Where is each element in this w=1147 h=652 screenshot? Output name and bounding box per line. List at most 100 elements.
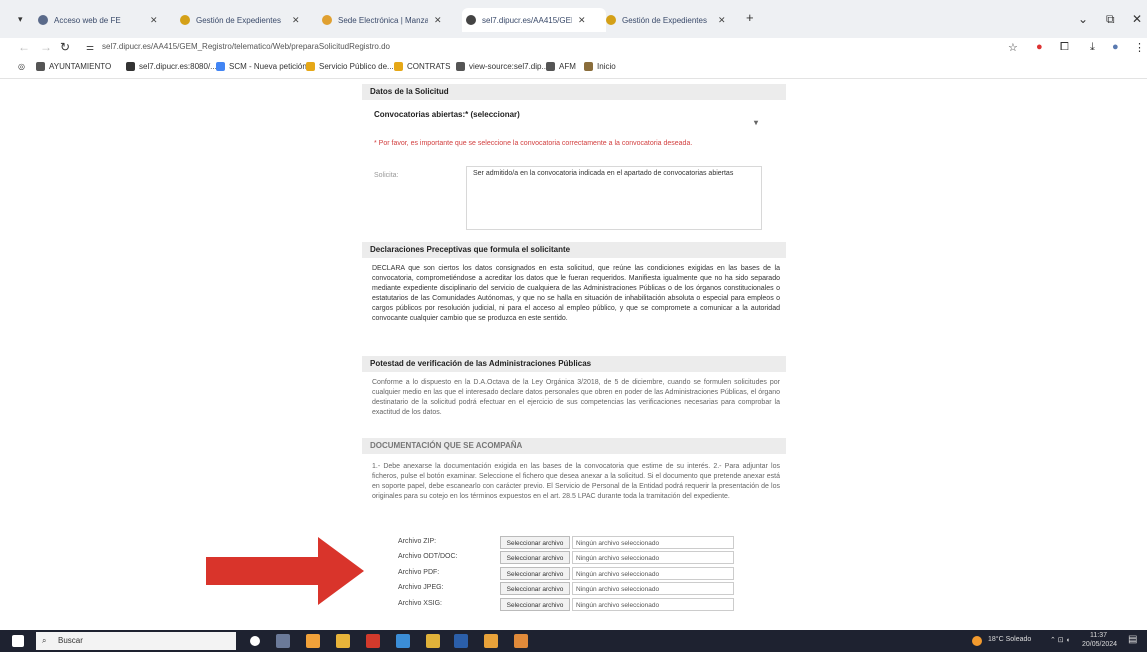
tab-title: sel7.dipucr.es/AA415/GEM_Re: [482, 15, 572, 25]
tab-1[interactable]: Acceso web de FE ✕: [38, 8, 178, 32]
opera-icon[interactable]: [366, 634, 380, 648]
clock-date[interactable]: 20/05/2024: [1082, 641, 1117, 648]
file-explorer-icon[interactable]: [336, 634, 350, 648]
app-icon[interactable]: [484, 634, 498, 648]
tab-3[interactable]: Sede Electrónica | Manzanares ✕: [322, 8, 462, 32]
tab-close-icon[interactable]: ✕: [718, 15, 726, 26]
download-icon[interactable]: ⤓: [1090, 41, 1095, 54]
file-label: Archivo ZIP:: [398, 538, 437, 545]
task-view-icon[interactable]: [276, 634, 290, 648]
chrome-icon[interactable]: [426, 634, 440, 648]
documentacion-text: 1.- Debe anexarse la documentación exigi…: [372, 463, 780, 500]
clock-time[interactable]: 11:37: [1090, 632, 1107, 639]
select-file-button[interactable]: Seleccionar archivo: [500, 598, 570, 611]
edge-icon[interactable]: [396, 634, 410, 648]
bookmark-folder[interactable]: AYUNTAMIENTO: [36, 62, 111, 71]
bookmark-label: sel7.dipucr.es:8080/...: [139, 62, 217, 71]
globe-icon: [456, 62, 465, 71]
bookmark-item[interactable]: Servicio Público de...: [306, 62, 394, 71]
convocatorias-label: Convocatorias abiertas:* (seleccionar): [374, 110, 520, 119]
file-label: Archivo XSIG:: [398, 600, 442, 607]
puzzle-icon[interactable]: ⧠: [1060, 41, 1069, 54]
bookmark-item[interactable]: sel7.dipucr.es:8080/...: [126, 62, 217, 71]
select-file-button[interactable]: Seleccionar archivo: [500, 567, 570, 580]
bookmark-item[interactable]: CONTRATS: [394, 62, 450, 71]
bookmark-item[interactable]: AFM: [546, 62, 576, 71]
google-icon: [216, 62, 225, 71]
tab-close-icon[interactable]: ✕: [578, 15, 586, 26]
file-label: Archivo PDF:: [398, 569, 440, 576]
tab-title: Acceso web de FE: [54, 15, 121, 25]
bookmark-label: CONTRATS: [407, 62, 451, 71]
browser-tab-strip: ▾ Acceso web de FE ✕ Gestión de Expedien…: [0, 0, 1147, 38]
bookmark-item[interactable]: SCM - Nueva petición: [216, 62, 307, 71]
section-documentacion-title: DOCUMENTACIÓN QUE SE ACOMPAÑA: [362, 438, 786, 454]
extension-icon[interactable]: ●: [1036, 41, 1043, 53]
menu-icon[interactable]: ⋮: [1134, 41, 1145, 54]
app-icon[interactable]: [514, 634, 528, 648]
taskbar-search[interactable]: ⌕ Buscar: [36, 632, 236, 650]
reload-icon[interactable]: ↻: [60, 40, 70, 54]
tab-favicon: [180, 15, 190, 25]
bookmark-item[interactable]: Inicio: [584, 62, 616, 71]
select-chevron-icon[interactable]: ▾: [754, 118, 758, 127]
cortana-icon[interactable]: [250, 636, 260, 646]
bookmark-label: view-source:sel7.dip...: [469, 62, 549, 71]
forward-icon[interactable]: →: [40, 40, 52, 54]
file-row-zip: Archivo ZIP: Seleccionar archivo Ningún …: [398, 536, 738, 550]
address-bar-row: ← → ↻ ⚌ sel7.dipucr.es/AA415/GEM_Registr…: [0, 38, 1147, 58]
bookmark-label: AFM: [559, 62, 576, 71]
bookmark-item[interactable]: view-source:sel7.dip...: [456, 62, 548, 71]
form-page: Datos de la Solicitud Convocatorias abie…: [362, 84, 786, 629]
close-window-icon[interactable]: ✕: [1132, 12, 1142, 26]
windows-start-icon[interactable]: [12, 635, 24, 647]
file-row-pdf: Archivo PDF: Seleccionar archivo Ningún …: [398, 567, 738, 581]
search-icon: ⌕: [42, 636, 47, 645]
tab-favicon: [466, 15, 476, 25]
file-status: Ningún archivo seleccionado: [572, 551, 734, 564]
globe-icon: [546, 62, 555, 71]
tab-close-icon[interactable]: ✕: [434, 15, 442, 26]
bookmark-chrome-icon[interactable]: ◎: [18, 62, 25, 71]
tab-close-icon[interactable]: ✕: [150, 15, 158, 26]
weather-text[interactable]: 18°C Soleado: [988, 636, 1031, 643]
word-icon[interactable]: [454, 634, 468, 648]
home-icon: [584, 62, 593, 71]
tab-2[interactable]: Gestión de Expedientes ✕: [180, 8, 320, 32]
bookmarks-bar: ◎ AYUNTAMIENTO sel7.dipucr.es:8080/... S…: [0, 58, 1147, 79]
minimize-icon[interactable]: ⌄: [1078, 12, 1088, 26]
file-status: Ningún archivo seleccionado: [572, 582, 734, 595]
bookmark-label: Servicio Público de...: [319, 62, 394, 71]
select-file-button[interactable]: Seleccionar archivo: [500, 536, 570, 549]
select-file-button[interactable]: Seleccionar archivo: [500, 551, 570, 564]
restore-icon[interactable]: ⧉: [1106, 12, 1115, 27]
url-field[interactable]: sel7.dipucr.es/AA415/GEM_Registro/telema…: [102, 42, 390, 51]
file-status: Ningún archivo seleccionado: [572, 536, 734, 549]
warning-text: * Por favor, es importante que se selecc…: [374, 140, 693, 147]
tab-search-icon[interactable]: ▾: [18, 14, 23, 25]
bookmark-label: AYUNTAMIENTO: [49, 62, 112, 71]
tab-5[interactable]: Gestión de Expedientes ✕: [606, 8, 746, 32]
profile-icon[interactable]: ●: [1112, 41, 1119, 53]
tray-icons[interactable]: ⌃ ⊡ ◖: [1050, 636, 1070, 644]
tab-title: Sede Electrónica | Manzanares: [338, 15, 428, 25]
new-tab-button[interactable]: +: [746, 10, 754, 25]
bookmark-label: Inicio: [597, 62, 616, 71]
search-label: Buscar: [58, 636, 83, 645]
select-file-button[interactable]: Seleccionar archivo: [500, 582, 570, 595]
file-row-xsig: Archivo XSIG: Seleccionar archivo Ningún…: [398, 598, 738, 612]
firefox-icon[interactable]: [306, 634, 320, 648]
file-row-jpeg: Archivo JPEG: Seleccionar archivo Ningún…: [398, 582, 738, 596]
star-icon[interactable]: ☆: [1008, 41, 1018, 54]
verificacion-text: Conforme a lo dispuesto en la D.A.Octava…: [372, 379, 780, 416]
back-icon[interactable]: ←: [18, 40, 30, 54]
site-info-icon[interactable]: ⚌: [86, 42, 94, 53]
notifications-icon[interactable]: ▤: [1128, 634, 1137, 645]
file-label: Archivo ODT/DOC:: [398, 553, 458, 560]
tab-close-icon[interactable]: ✕: [292, 15, 300, 26]
solicita-textarea[interactable]: Ser admitido/a en la convocatoria indica…: [466, 166, 762, 230]
section-declaraciones-title: Declaraciones Preceptivas que formula el…: [362, 242, 786, 258]
section-datos-title: Datos de la Solicitud: [362, 84, 786, 100]
file-status: Ningún archivo seleccionado: [572, 598, 734, 611]
tab-4-active[interactable]: sel7.dipucr.es/AA415/GEM_Re ✕: [462, 8, 606, 32]
